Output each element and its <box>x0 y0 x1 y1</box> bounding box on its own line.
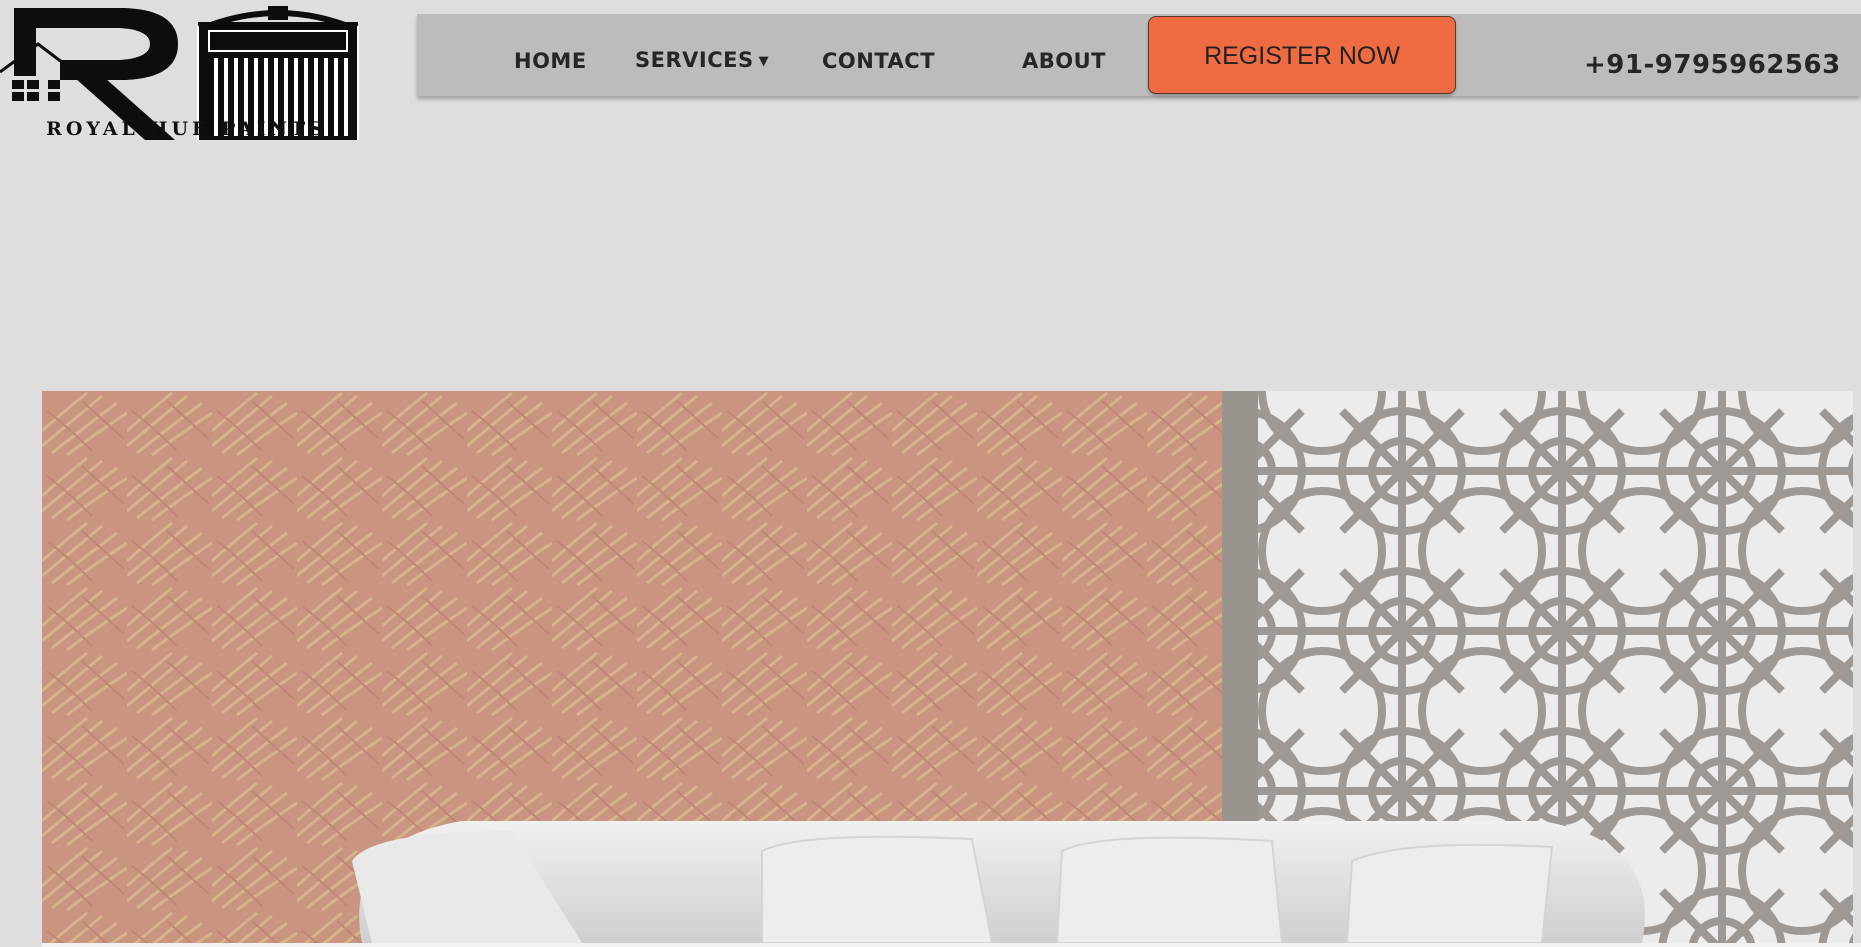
brand-name: ROYAL HUE PAINTS <box>46 118 327 140</box>
hero-image <box>42 391 1853 943</box>
main-navbar: HOME SERVICES ▼ CONTACT ABOUT +91-9795962… <box>417 14 1861 96</box>
caret-down-icon: ▼ <box>758 54 770 69</box>
hero-bottom-edge <box>42 943 1861 947</box>
nav-about[interactable]: ABOUT <box>1022 14 1106 96</box>
nav-home[interactable]: HOME <box>514 14 587 96</box>
brand-logo[interactable]: ROYAL HUE PAINTS <box>0 0 370 145</box>
register-now-button[interactable]: REGISTER NOW <box>1148 16 1456 94</box>
nav-services-label: SERVICES <box>635 48 754 72</box>
nav-contact[interactable]: CONTACT <box>822 14 935 96</box>
nav-services[interactable]: SERVICES ▼ <box>635 14 769 96</box>
phone-number[interactable]: +91-9795962563 <box>1584 14 1841 110</box>
